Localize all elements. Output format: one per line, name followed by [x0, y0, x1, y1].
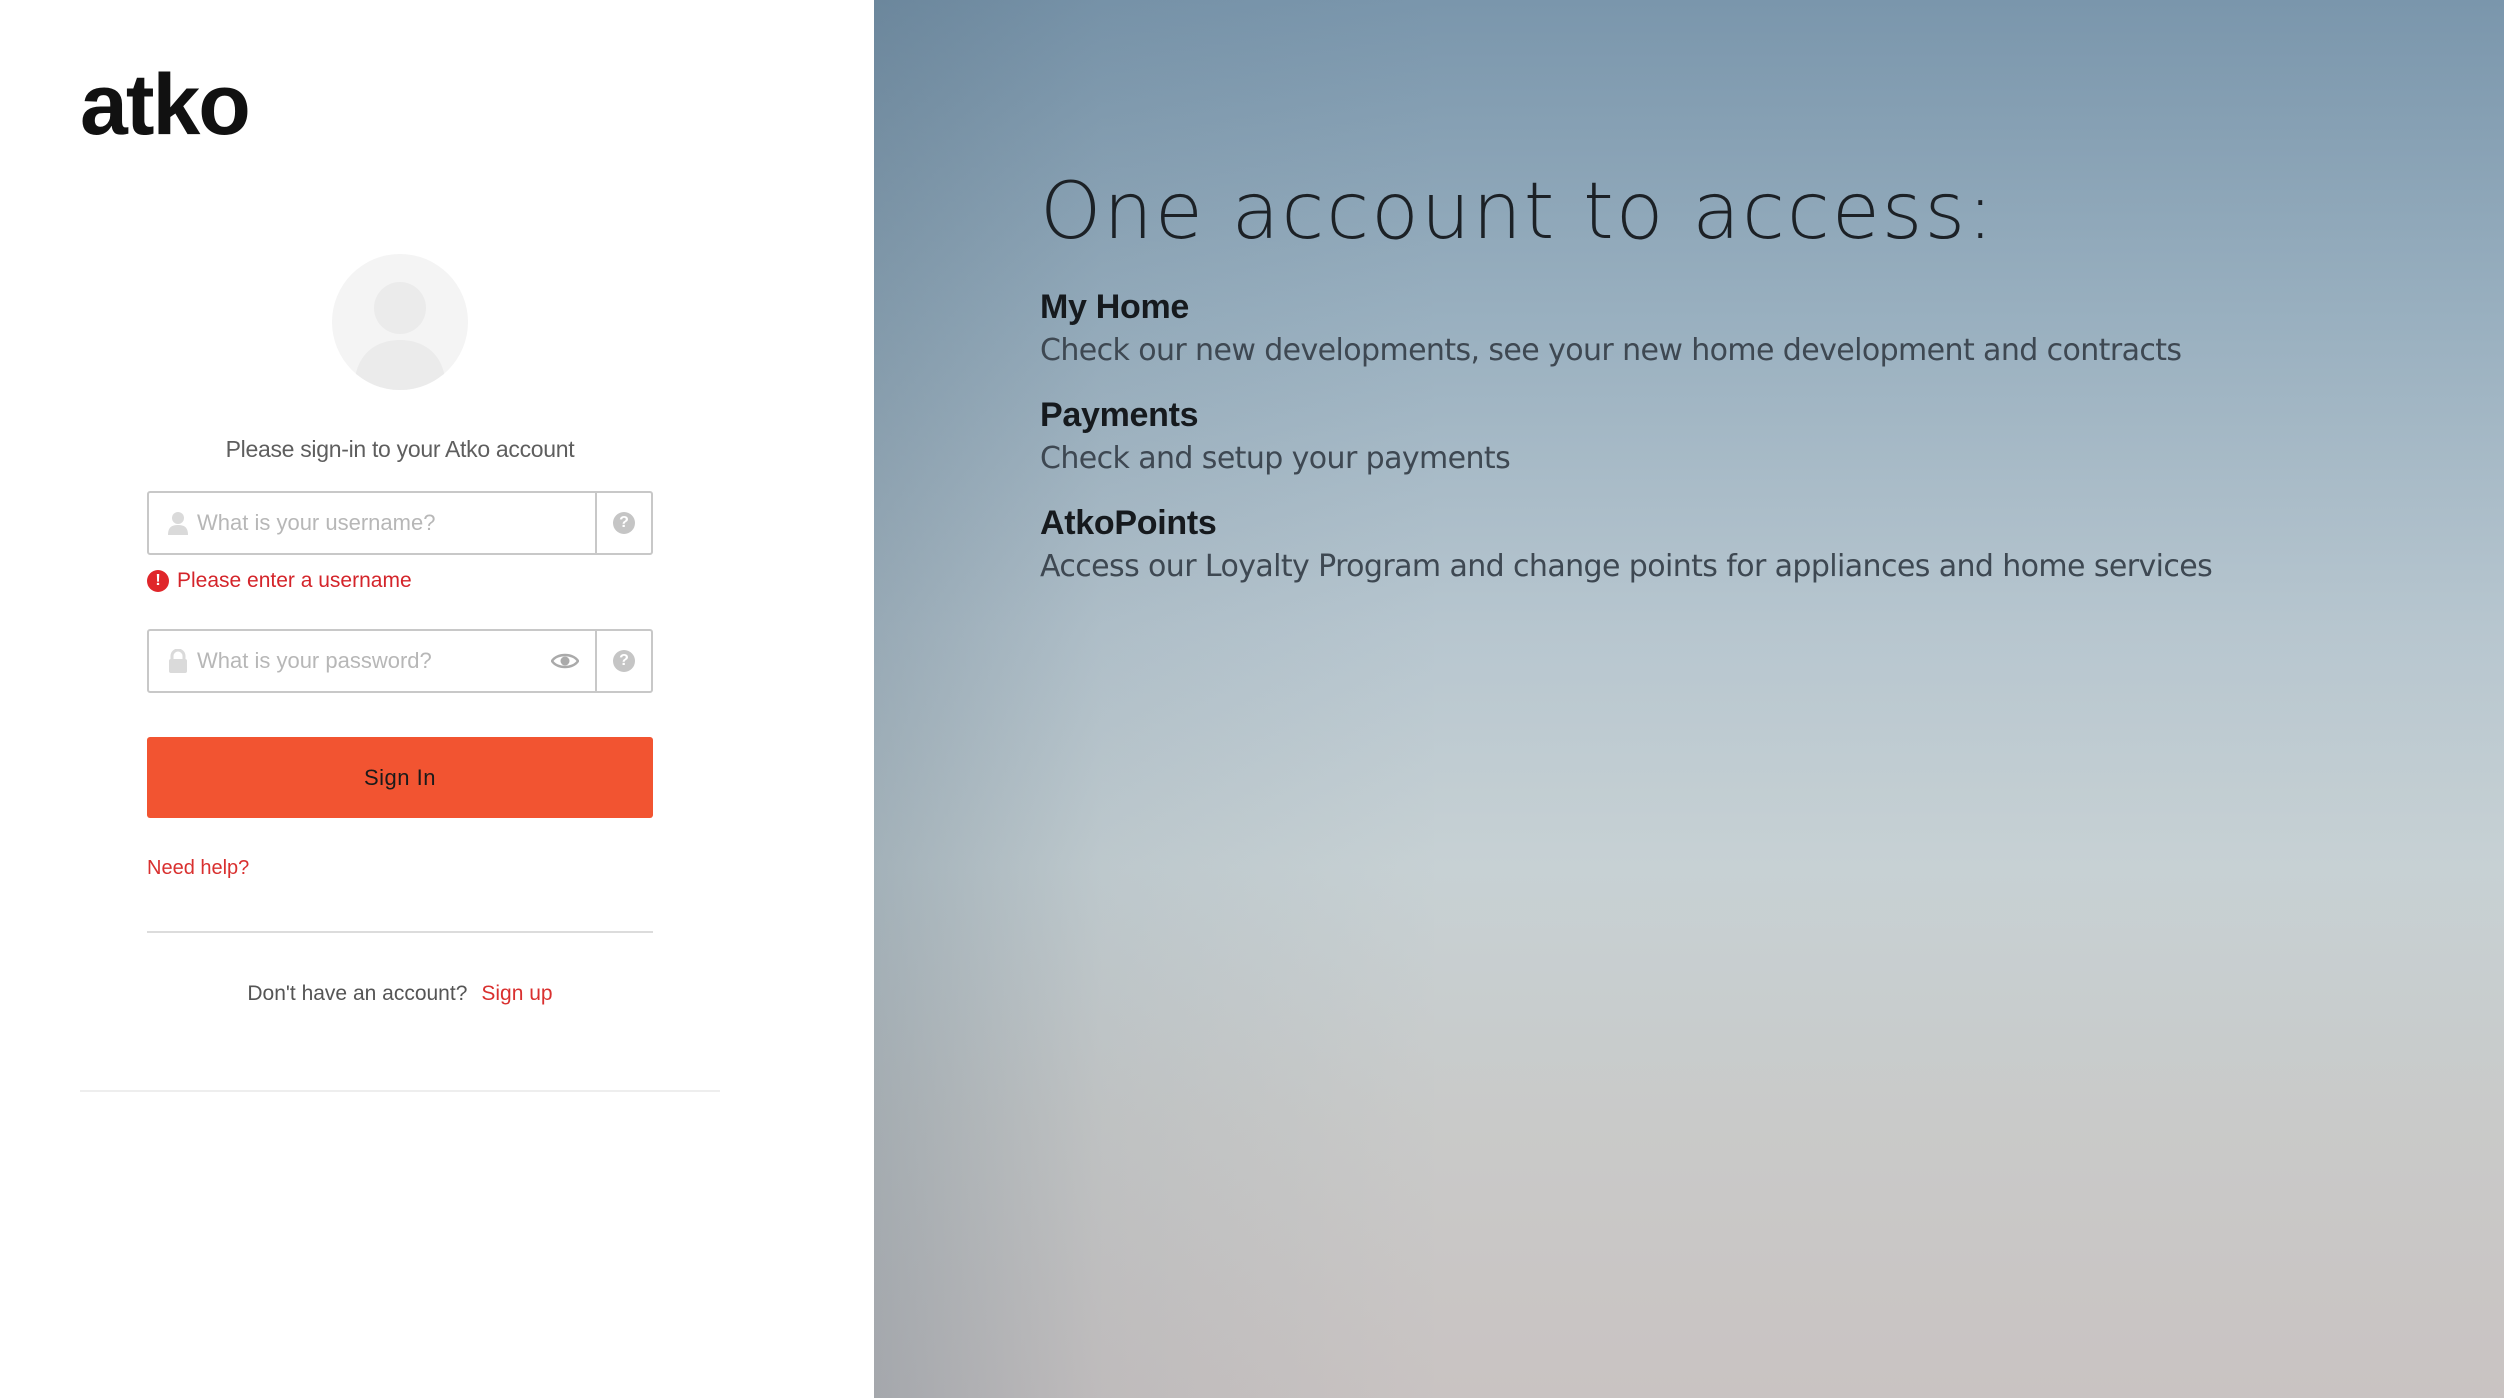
help-icon: ?	[613, 512, 635, 534]
promo-content: One account to access: My Home Check our…	[1040, 166, 2213, 584]
username-input[interactable]	[149, 493, 597, 553]
error-icon: !	[147, 570, 169, 592]
atko-logo: atko	[80, 57, 251, 153]
feature-description: Access our Loyalty Program and change po…	[1040, 548, 2213, 584]
username-field: ?	[147, 491, 653, 555]
no-account-text: Don't have an account?	[247, 982, 468, 1005]
password-input-wrap	[149, 631, 597, 691]
sign-in-subtitle: Please sign-in to your Atko account	[225, 436, 575, 462]
username-error: ! Please enter a username	[147, 566, 412, 596]
sign-up-link[interactable]: Sign up	[481, 982, 552, 1005]
divider	[147, 931, 653, 933]
password-input[interactable]	[149, 631, 597, 691]
signup-row: Don't have an account? Sign up	[80, 982, 720, 1006]
username-input-wrap	[149, 493, 597, 553]
feature-description: Check and setup your payments	[1040, 440, 1511, 476]
promo-title: One account to access:	[1040, 167, 1996, 257]
password-help-button[interactable]: ?	[595, 631, 651, 691]
feature-payments: Payments Check and setup your payments	[1040, 396, 2212, 476]
password-field: ?	[147, 629, 653, 693]
feature-name: AtkoPoints	[1040, 503, 1217, 542]
promo-panel: One account to access: My Home Check our…	[874, 0, 2504, 1398]
user-silhouette-icon	[332, 254, 468, 390]
feature-name: Payments	[1040, 395, 1199, 434]
auth-container: Please sign-in to your Atko account ? ! …	[80, 220, 720, 1092]
help-icon: ?	[613, 650, 635, 672]
feature-name: My Home	[1040, 287, 1190, 326]
username-error-text: Please enter a username	[177, 569, 412, 592]
sign-in-button[interactable]: Sign In	[147, 737, 653, 818]
feature-my-home: My Home Check our new developments, see …	[1040, 288, 2212, 368]
sign-in-panel: atko Please sign-in to your Atko account…	[0, 0, 874, 1398]
feature-description: Check our new developments, see your new…	[1040, 332, 2182, 368]
need-help-link[interactable]: Need help?	[147, 857, 249, 880]
username-help-button[interactable]: ?	[595, 493, 651, 553]
eye-icon[interactable]	[551, 649, 579, 673]
feature-atkopoints: AtkoPoints Access our Loyalty Program an…	[1040, 503, 2213, 584]
